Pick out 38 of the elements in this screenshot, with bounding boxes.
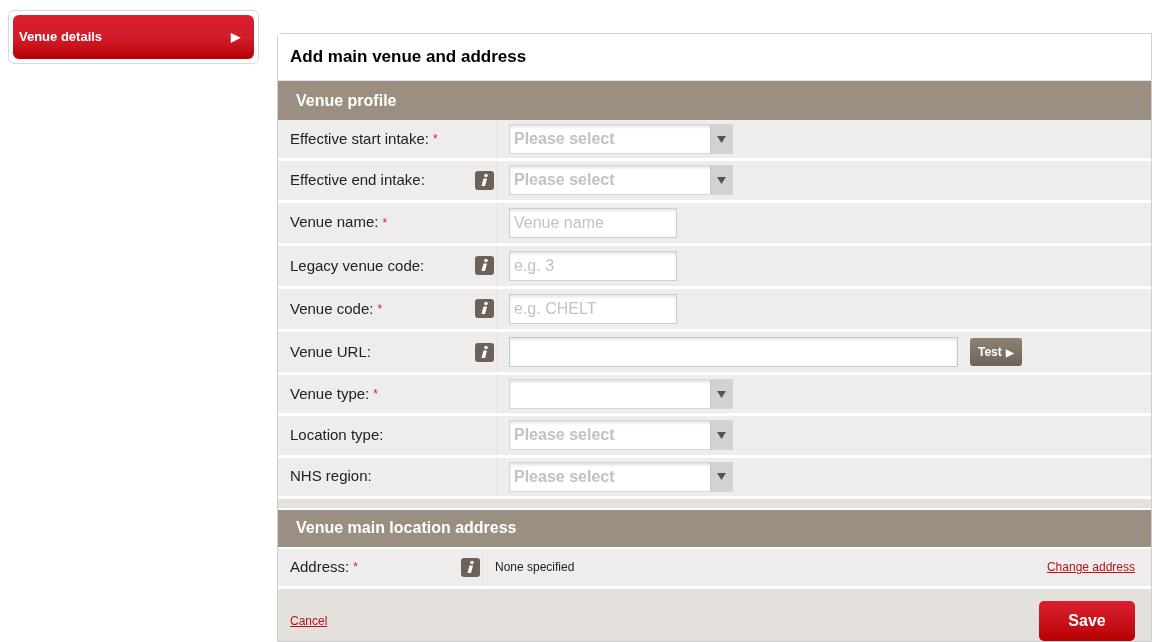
text-field[interactable]: e.g. 3 xyxy=(509,250,677,281)
info-icon[interactable] xyxy=(461,557,480,577)
address-value: None specified xyxy=(494,559,575,577)
caret-icon xyxy=(717,390,726,398)
test-button[interactable]: Test ▶ xyxy=(970,338,1022,367)
field-label: Venue URL: xyxy=(290,341,371,362)
text-field[interactable]: Venue name xyxy=(509,207,677,238)
required-mark: * xyxy=(377,300,383,318)
field-label: Location type: xyxy=(290,425,384,446)
required-mark: * xyxy=(373,386,378,404)
required-mark: * xyxy=(432,131,438,149)
caret-icon xyxy=(717,432,726,439)
field-label: NHS region: xyxy=(290,466,372,487)
info-icon[interactable] xyxy=(475,171,494,190)
field-label: Venue name: xyxy=(290,212,379,233)
field-label: Effective end intake: xyxy=(290,170,425,191)
url-field[interactable] xyxy=(509,337,958,368)
caret-icon xyxy=(717,177,726,184)
cancel-link[interactable]: Cancel xyxy=(290,612,328,630)
field-label: Effective start intake: xyxy=(290,129,429,150)
info-icon[interactable] xyxy=(475,299,494,319)
field-label: Legacy venue code: xyxy=(290,255,425,276)
required-mark: * xyxy=(353,559,358,577)
section-header: Venue main location address xyxy=(278,507,1151,547)
save-button[interactable]: Save xyxy=(1039,601,1135,641)
change-address-link[interactable]: Change address xyxy=(1046,558,1135,577)
section-header: Venue profile xyxy=(278,81,1151,121)
field-label: Venue type: xyxy=(290,384,370,405)
field-label: Venue code: xyxy=(290,298,374,319)
sidebar-tab[interactable]: Venue details ▶ xyxy=(13,15,254,59)
caret-icon xyxy=(717,135,726,143)
field-label: Address: xyxy=(290,557,350,578)
info-icon[interactable] xyxy=(475,256,494,276)
caret-icon xyxy=(717,473,726,481)
panel-title: Add main venue and address xyxy=(290,46,527,69)
required-mark: * xyxy=(382,214,388,232)
text-field[interactable]: e.g. CHELT xyxy=(509,293,677,324)
info-icon[interactable] xyxy=(475,342,494,362)
